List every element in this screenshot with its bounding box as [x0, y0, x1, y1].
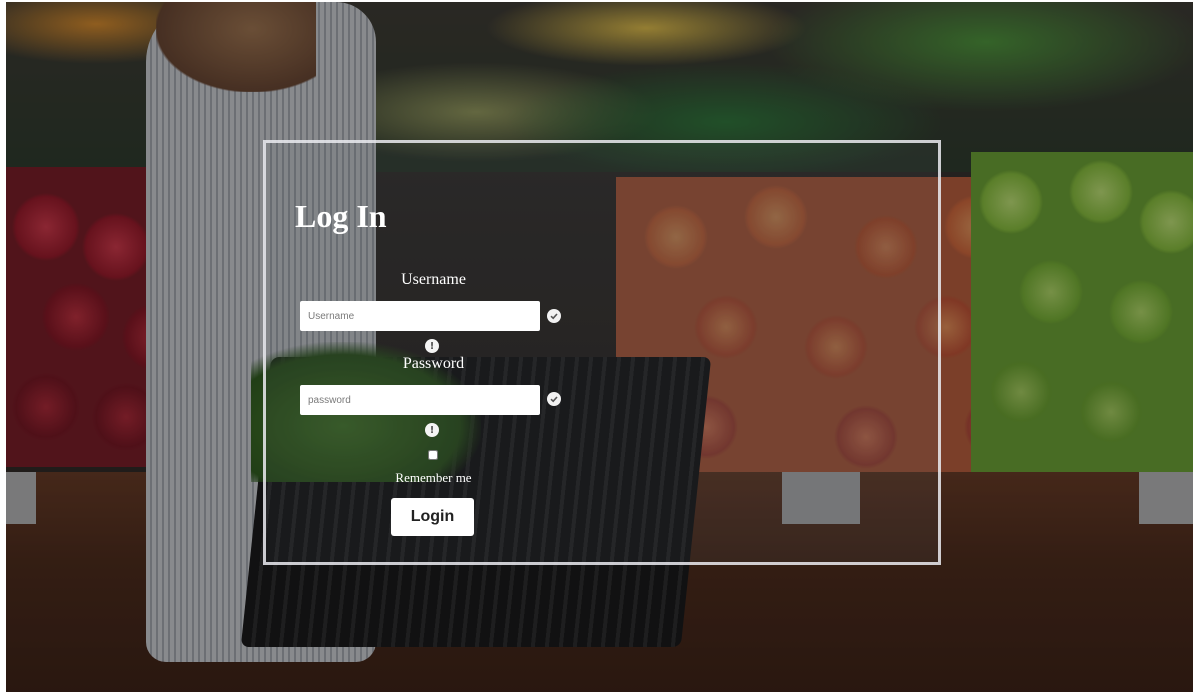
remember-me-checkbox[interactable]	[428, 450, 438, 460]
info-circle-icon: !	[425, 339, 439, 353]
check-circle-icon	[547, 392, 561, 406]
check-circle-icon	[547, 309, 561, 323]
remember-me-label: Remember me	[395, 470, 472, 485]
username-label: Username	[401, 271, 466, 288]
password-label: Password	[402, 355, 465, 372]
username-input[interactable]	[300, 301, 540, 331]
page-title: Log In	[295, 198, 387, 234]
info-circle-icon: !	[425, 423, 439, 437]
login-form: Log In Username ! Password ! Remember me…	[263, 140, 941, 565]
password-input[interactable]	[300, 385, 540, 415]
login-button[interactable]: Login	[391, 498, 474, 536]
